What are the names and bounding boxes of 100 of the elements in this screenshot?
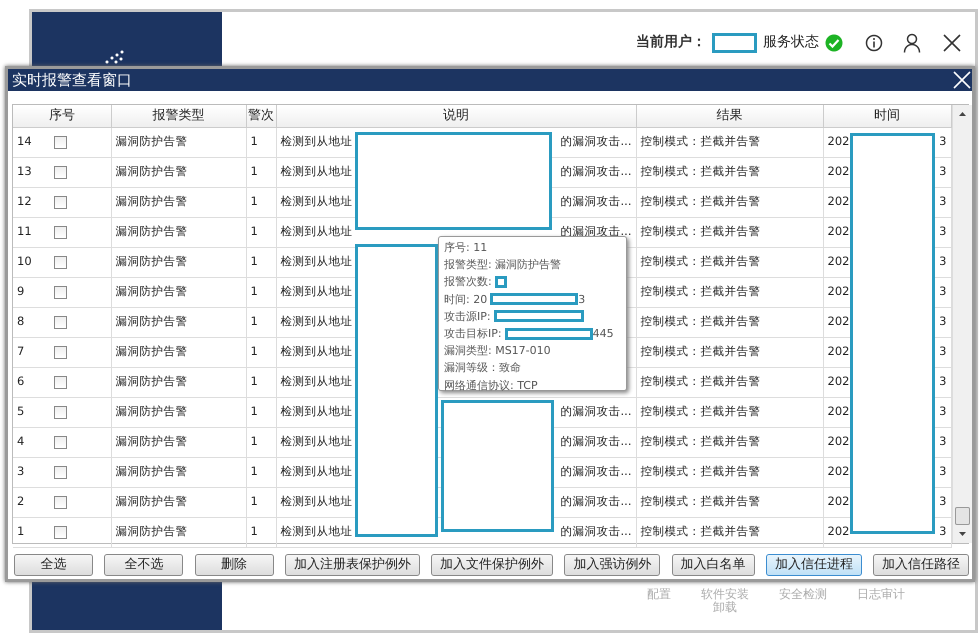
table-cell-text: 的漏洞攻击... bbox=[560, 433, 632, 450]
tooltip-text: 漏洞类型: MS17-010 bbox=[444, 343, 551, 360]
checkbox[interactable] bbox=[54, 346, 67, 359]
table-cell: 4 bbox=[13, 427, 43, 457]
table-cell: 漏洞防护告警 bbox=[111, 517, 246, 547]
table-cell-text: 3 bbox=[939, 493, 946, 510]
table-cell: 1 bbox=[246, 187, 276, 217]
table-cell: 控制模式：拦截并告警 bbox=[636, 127, 823, 157]
checkbox[interactable] bbox=[54, 316, 67, 329]
table-cell-text: 检测到从地址 bbox=[280, 373, 352, 390]
table-cell-text: 3 bbox=[939, 283, 946, 300]
column-header[interactable]: 结果 bbox=[636, 105, 823, 127]
dialog-button[interactable]: 删除 bbox=[194, 554, 274, 576]
table-cell: 1 bbox=[246, 457, 276, 487]
dialog-button[interactable]: 全选 bbox=[14, 554, 93, 576]
table-cell: 漏洞防护告警 bbox=[111, 277, 246, 307]
column-header[interactable]: 警次 bbox=[246, 105, 276, 127]
checkbox[interactable] bbox=[54, 526, 67, 539]
table-cell: 漏洞防护告警 bbox=[111, 427, 246, 457]
checkbox[interactable] bbox=[54, 286, 67, 299]
info-icon[interactable] bbox=[865, 34, 883, 52]
tooltip-text: 攻击源IP: bbox=[444, 308, 491, 325]
checkbox[interactable] bbox=[54, 166, 67, 179]
status-label: 服务状态 bbox=[763, 33, 819, 52]
table-cell-text: 的漏洞攻击... bbox=[560, 223, 632, 240]
table-cell: 控制模式：拦截并告警 bbox=[636, 157, 823, 187]
table-cell: 控制模式：拦截并告警 bbox=[636, 337, 823, 367]
table-cell: 控制模式：拦截并告警 bbox=[636, 217, 823, 247]
checkbox[interactable] bbox=[54, 406, 67, 419]
table-cell: 6 bbox=[13, 367, 43, 397]
table-cell: 9 bbox=[13, 277, 43, 307]
table-cell: 1 bbox=[246, 517, 276, 547]
column-header[interactable]: 说明 bbox=[276, 105, 636, 127]
table-cell-text: 的漏洞攻击... bbox=[560, 163, 632, 180]
table-cell-text: 202 bbox=[828, 313, 850, 330]
column-header[interactable]: 序号 bbox=[13, 105, 111, 127]
table-cell: 14 bbox=[13, 127, 43, 157]
table-cell-text: 的漏洞攻击... bbox=[560, 193, 632, 210]
table-cell: 漏洞防护告警 bbox=[111, 217, 246, 247]
table-cell: 控制模式：拦截并告警 bbox=[636, 247, 823, 277]
column-header[interactable]: 时间 bbox=[823, 105, 951, 127]
checkbox[interactable] bbox=[54, 196, 67, 209]
scrollbar-thumb[interactable] bbox=[954, 507, 970, 525]
table-cell: 1 bbox=[246, 487, 276, 517]
table-cell-text: 检测到从地址 bbox=[280, 343, 352, 360]
table-cell-text: 的漏洞攻击... bbox=[560, 133, 632, 150]
table-cell-text: 检测到从地址 bbox=[280, 283, 352, 300]
dialog-button[interactable]: 加入强访例外 bbox=[564, 554, 660, 576]
table-cell: 控制模式：拦截并告警 bbox=[636, 517, 823, 547]
dialog-button[interactable]: 全不选 bbox=[104, 554, 184, 576]
table-cell-text: 3 bbox=[939, 193, 946, 210]
table-cell: 3 bbox=[13, 457, 43, 487]
checkbox[interactable] bbox=[54, 376, 67, 389]
table-cell-text: 202 bbox=[828, 373, 850, 390]
table-cell-text: 检测到从地址 bbox=[280, 523, 352, 540]
table-cell-text: 202 bbox=[828, 493, 850, 510]
table-cell: 控制模式：拦截并告警 bbox=[636, 487, 823, 517]
tooltip-text: 时间: 20 bbox=[444, 292, 488, 308]
table-cell-text: 检测到从地址 bbox=[280, 133, 352, 150]
user-icon[interactable] bbox=[903, 32, 921, 52]
checkbox[interactable] bbox=[54, 496, 67, 509]
close-icon[interactable] bbox=[943, 34, 961, 52]
table-cell: 1 bbox=[246, 427, 276, 457]
table-cell-text: 202 bbox=[828, 193, 850, 210]
table-cell: 8 bbox=[13, 307, 43, 337]
dialog-button[interactable]: 加入信任进程 bbox=[766, 554, 862, 576]
checkbox[interactable] bbox=[54, 256, 67, 269]
table-cell-text: 202 bbox=[828, 463, 850, 480]
checkbox[interactable] bbox=[54, 226, 67, 239]
tooltip-text: 报警次数: bbox=[444, 274, 492, 290]
table-cell-text: 202 bbox=[828, 133, 850, 150]
table-cell: 1 bbox=[246, 397, 276, 427]
dialog-button[interactable]: 加入白名单 bbox=[672, 554, 754, 576]
table-cell: 1 bbox=[13, 517, 43, 547]
table-cell-text: 3 bbox=[939, 163, 946, 180]
checkbox[interactable] bbox=[54, 136, 67, 149]
table-cell: 5 bbox=[13, 397, 43, 427]
table-cell-text: 202 bbox=[828, 283, 850, 300]
tooltip-text: 漏洞等级：致命 bbox=[444, 360, 521, 376]
table-cell-text: 3 bbox=[939, 313, 946, 330]
dialog-button[interactable]: 加入信任路径 bbox=[873, 554, 969, 576]
dialog-button[interactable]: 加入注册表保护例外 bbox=[284, 554, 420, 576]
user-label: 当前用户： bbox=[636, 32, 706, 52]
table-cell-text: 的漏洞攻击... bbox=[560, 463, 632, 480]
column-header[interactable]: 报警类型 bbox=[111, 105, 246, 127]
table-cell-text: 202 bbox=[828, 163, 850, 180]
window-title: 实时报警查看窗口 bbox=[12, 70, 132, 91]
table-cell: 1 bbox=[246, 367, 276, 397]
dialog-button[interactable]: 加入文件保护例外 bbox=[431, 554, 553, 576]
table-cell-text: 检测到从地址 bbox=[280, 253, 352, 270]
checkbox[interactable] bbox=[54, 466, 67, 479]
table-cell: 控制模式：拦截并告警 bbox=[636, 277, 823, 307]
checkbox[interactable] bbox=[54, 436, 67, 449]
table-cell: 控制模式：拦截并告警 bbox=[636, 397, 823, 427]
table-cell: 10 bbox=[13, 247, 43, 277]
tooltip-text: 445 bbox=[592, 326, 614, 342]
tooltip-text: 报警类型: 漏洞防护告警 bbox=[444, 257, 562, 274]
table-cell: 7 bbox=[13, 337, 43, 367]
table-cell-text: 3 bbox=[939, 253, 946, 270]
table-cell: 漏洞防护告警 bbox=[111, 187, 246, 217]
